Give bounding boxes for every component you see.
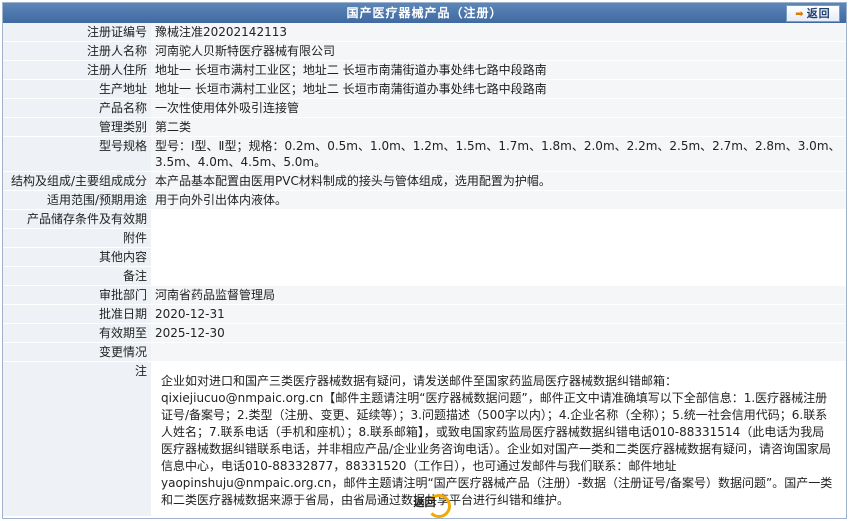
info-row: 产品名称 一次性使用体外吸引连接管 [3,98,846,118]
footer: 返回 [3,492,846,518]
back-button-bottom-label: 返回 [413,496,436,509]
field-value: 2020-12-31 [151,304,846,324]
field-value [151,209,846,229]
field-value: 地址一 长垣市满村工业区；地址二 长垣市南蒲街道办事处纬七路中段路南 [151,60,846,80]
page-title: 国产医疗器械产品（注册） [346,6,503,20]
info-row: 附件 [3,228,846,248]
info-row: 审批部门 河南省药品监督管理局 [3,285,846,305]
info-row: 批准日期 2020-12-31 [3,304,846,324]
field-label: 注册证编号 [3,23,151,42]
field-label: 备注 [3,266,151,286]
field-label: 适用范围/预期用途 [3,190,151,210]
field-value: 豫械注准20202142113 [151,23,846,42]
field-label: 注册人住所 [3,60,151,80]
info-row: 产品储存条件及有效期 [3,209,846,229]
field-value: 地址一 长垣市满村工业区；地址二 长垣市南蒲街道办事处纬七路中段路南 [151,79,846,99]
field-value [151,266,846,286]
arrow-right-icon: ➡ [795,9,805,20]
info-row: 注册人住所 地址一 长垣市满村工业区；地址二 长垣市南蒲街道办事处纬七路中段路南 [3,60,846,80]
field-label: 审批部门 [3,285,151,305]
field-label: 产品名称 [3,98,151,118]
field-value: 河南驼人贝斯特医疗器械有限公司 [151,41,846,61]
back-button-bottom[interactable]: 返回 [405,492,451,518]
detail-panel: 国产医疗器械产品（注册） ➡ 返回 注册证编号 豫械注准20202142113 注册人… [2,2,847,519]
field-label: 有效期至 [3,323,151,343]
field-value: 2025-12-30 [151,323,846,343]
field-label: 变更情况 [3,342,151,362]
detail-table: 注册证编号 豫械注准20202142113 注册人名称 河南驼人贝斯特医疗器械有限公司… [3,23,846,517]
info-row: 生产地址 地址一 长垣市满村工业区；地址二 长垣市南蒲街道办事处纬七路中段路南 [3,79,846,99]
info-row: 型号规格 型号：Ⅰ型、Ⅱ型；规格：0.2m、0.5m、1.0m、1.2m、1.5m… [3,136,846,172]
info-row: 备注 [3,266,846,286]
field-value [151,247,846,267]
field-label: 批准日期 [3,304,151,324]
field-label: 产品储存条件及有效期 [3,209,151,229]
field-label: 生产地址 [3,79,151,99]
field-value: 第二类 [151,117,846,137]
info-row: 注册人名称 河南驼人贝斯特医疗器械有限公司 [3,41,846,61]
field-value: 本产品基本配置由医用PVC材料制成的接头与管体组成，选用配置为护帽。 [151,171,846,191]
info-row: 结构及组成/主要组成成分 本产品基本配置由医用PVC材料制成的接头与管体组成，选用… [3,171,846,191]
info-row: 其他内容 [3,247,846,267]
info-row: 管理类别 第二类 [3,117,846,137]
title-bar: 国产医疗器械产品（注册） ➡ 返回 [3,3,846,23]
field-value: 型号：Ⅰ型、Ⅱ型；规格：0.2m、0.5m、1.0m、1.2m、1.5m、1.7… [151,136,846,172]
info-row: 注册证编号 豫械注准20202142113 [3,23,846,42]
field-label: 其他内容 [3,247,151,267]
field-label: 管理类别 [3,117,151,137]
field-label: 附件 [3,228,151,248]
field-value: 河南省药品监督管理局 [151,285,846,305]
field-label: 结构及组成/主要组成成分 [3,171,151,191]
info-row: 有效期至 2025-12-30 [3,323,846,343]
field-value: 一次性使用体外吸引连接管 [151,98,846,118]
field-label: 型号规格 [3,136,151,172]
field-value: 用于向外引出体内液体。 [151,190,846,210]
field-label: 注册人名称 [3,41,151,61]
info-row: 适用范围/预期用途 用于向外引出体内液体。 [3,190,846,210]
info-row: 变更情况 [3,342,846,362]
field-value [151,228,846,248]
back-button-label: 返回 [806,7,831,20]
field-value [151,342,846,362]
back-button-top[interactable]: ➡ 返回 [786,5,840,22]
